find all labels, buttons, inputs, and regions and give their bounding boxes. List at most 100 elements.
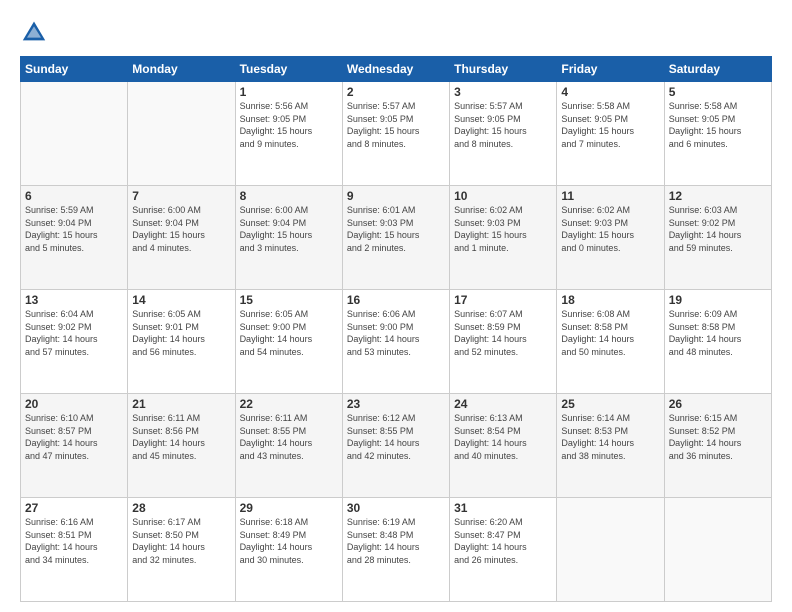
day-number: 14 (132, 293, 230, 307)
day-number: 7 (132, 189, 230, 203)
calendar-cell (557, 498, 664, 602)
day-number: 31 (454, 501, 552, 515)
week-row-4: 20Sunrise: 6:10 AMSunset: 8:57 PMDayligh… (21, 394, 772, 498)
day-number: 24 (454, 397, 552, 411)
weekday-header-saturday: Saturday (664, 57, 771, 82)
day-number: 11 (561, 189, 659, 203)
calendar-cell (664, 498, 771, 602)
weekday-header-tuesday: Tuesday (235, 57, 342, 82)
day-number: 2 (347, 85, 445, 99)
calendar-cell: 15Sunrise: 6:05 AMSunset: 9:00 PMDayligh… (235, 290, 342, 394)
day-number: 1 (240, 85, 338, 99)
calendar-cell: 16Sunrise: 6:06 AMSunset: 9:00 PMDayligh… (342, 290, 449, 394)
calendar-cell: 10Sunrise: 6:02 AMSunset: 9:03 PMDayligh… (450, 186, 557, 290)
day-number: 9 (347, 189, 445, 203)
day-info: Sunrise: 6:12 AMSunset: 8:55 PMDaylight:… (347, 412, 445, 462)
weekday-header-wednesday: Wednesday (342, 57, 449, 82)
day-number: 16 (347, 293, 445, 307)
day-info: Sunrise: 6:01 AMSunset: 9:03 PMDaylight:… (347, 204, 445, 254)
calendar-cell: 30Sunrise: 6:19 AMSunset: 8:48 PMDayligh… (342, 498, 449, 602)
calendar-cell: 21Sunrise: 6:11 AMSunset: 8:56 PMDayligh… (128, 394, 235, 498)
day-info: Sunrise: 5:56 AMSunset: 9:05 PMDaylight:… (240, 100, 338, 150)
day-number: 4 (561, 85, 659, 99)
day-number: 18 (561, 293, 659, 307)
week-row-3: 13Sunrise: 6:04 AMSunset: 9:02 PMDayligh… (21, 290, 772, 394)
day-number: 26 (669, 397, 767, 411)
calendar-cell: 12Sunrise: 6:03 AMSunset: 9:02 PMDayligh… (664, 186, 771, 290)
calendar-cell (21, 82, 128, 186)
logo-icon (20, 18, 48, 46)
day-info: Sunrise: 6:05 AMSunset: 9:00 PMDaylight:… (240, 308, 338, 358)
calendar-cell: 27Sunrise: 6:16 AMSunset: 8:51 PMDayligh… (21, 498, 128, 602)
calendar-cell: 11Sunrise: 6:02 AMSunset: 9:03 PMDayligh… (557, 186, 664, 290)
calendar-cell: 19Sunrise: 6:09 AMSunset: 8:58 PMDayligh… (664, 290, 771, 394)
day-info: Sunrise: 6:19 AMSunset: 8:48 PMDaylight:… (347, 516, 445, 566)
day-info: Sunrise: 5:59 AMSunset: 9:04 PMDaylight:… (25, 204, 123, 254)
day-info: Sunrise: 6:14 AMSunset: 8:53 PMDaylight:… (561, 412, 659, 462)
calendar-cell: 1Sunrise: 5:56 AMSunset: 9:05 PMDaylight… (235, 82, 342, 186)
day-info: Sunrise: 5:58 AMSunset: 9:05 PMDaylight:… (669, 100, 767, 150)
day-info: Sunrise: 6:11 AMSunset: 8:55 PMDaylight:… (240, 412, 338, 462)
day-number: 19 (669, 293, 767, 307)
calendar-cell: 28Sunrise: 6:17 AMSunset: 8:50 PMDayligh… (128, 498, 235, 602)
weekday-header-sunday: Sunday (21, 57, 128, 82)
calendar-cell: 2Sunrise: 5:57 AMSunset: 9:05 PMDaylight… (342, 82, 449, 186)
weekday-header-thursday: Thursday (450, 57, 557, 82)
calendar-cell: 14Sunrise: 6:05 AMSunset: 9:01 PMDayligh… (128, 290, 235, 394)
day-info: Sunrise: 6:06 AMSunset: 9:00 PMDaylight:… (347, 308, 445, 358)
calendar-cell: 22Sunrise: 6:11 AMSunset: 8:55 PMDayligh… (235, 394, 342, 498)
calendar-cell: 7Sunrise: 6:00 AMSunset: 9:04 PMDaylight… (128, 186, 235, 290)
day-number: 28 (132, 501, 230, 515)
day-number: 8 (240, 189, 338, 203)
calendar-cell: 4Sunrise: 5:58 AMSunset: 9:05 PMDaylight… (557, 82, 664, 186)
calendar-table: SundayMondayTuesdayWednesdayThursdayFrid… (20, 56, 772, 602)
day-number: 6 (25, 189, 123, 203)
day-info: Sunrise: 6:00 AMSunset: 9:04 PMDaylight:… (132, 204, 230, 254)
calendar-cell: 13Sunrise: 6:04 AMSunset: 9:02 PMDayligh… (21, 290, 128, 394)
calendar-cell: 31Sunrise: 6:20 AMSunset: 8:47 PMDayligh… (450, 498, 557, 602)
day-number: 22 (240, 397, 338, 411)
day-info: Sunrise: 6:02 AMSunset: 9:03 PMDaylight:… (454, 204, 552, 254)
day-number: 25 (561, 397, 659, 411)
day-info: Sunrise: 6:00 AMSunset: 9:04 PMDaylight:… (240, 204, 338, 254)
day-info: Sunrise: 6:20 AMSunset: 8:47 PMDaylight:… (454, 516, 552, 566)
day-number: 3 (454, 85, 552, 99)
day-number: 15 (240, 293, 338, 307)
day-info: Sunrise: 6:02 AMSunset: 9:03 PMDaylight:… (561, 204, 659, 254)
day-number: 30 (347, 501, 445, 515)
day-info: Sunrise: 6:07 AMSunset: 8:59 PMDaylight:… (454, 308, 552, 358)
calendar-cell: 24Sunrise: 6:13 AMSunset: 8:54 PMDayligh… (450, 394, 557, 498)
week-row-5: 27Sunrise: 6:16 AMSunset: 8:51 PMDayligh… (21, 498, 772, 602)
calendar-cell: 18Sunrise: 6:08 AMSunset: 8:58 PMDayligh… (557, 290, 664, 394)
day-info: Sunrise: 6:03 AMSunset: 9:02 PMDaylight:… (669, 204, 767, 254)
day-number: 20 (25, 397, 123, 411)
calendar-cell: 9Sunrise: 6:01 AMSunset: 9:03 PMDaylight… (342, 186, 449, 290)
weekday-header-row: SundayMondayTuesdayWednesdayThursdayFrid… (21, 57, 772, 82)
calendar-cell: 6Sunrise: 5:59 AMSunset: 9:04 PMDaylight… (21, 186, 128, 290)
day-number: 17 (454, 293, 552, 307)
weekday-header-friday: Friday (557, 57, 664, 82)
calendar-cell: 3Sunrise: 5:57 AMSunset: 9:05 PMDaylight… (450, 82, 557, 186)
week-row-1: 1Sunrise: 5:56 AMSunset: 9:05 PMDaylight… (21, 82, 772, 186)
calendar-cell: 5Sunrise: 5:58 AMSunset: 9:05 PMDaylight… (664, 82, 771, 186)
day-info: Sunrise: 6:04 AMSunset: 9:02 PMDaylight:… (25, 308, 123, 358)
logo (20, 18, 52, 46)
day-info: Sunrise: 6:05 AMSunset: 9:01 PMDaylight:… (132, 308, 230, 358)
day-info: Sunrise: 6:09 AMSunset: 8:58 PMDaylight:… (669, 308, 767, 358)
page: SundayMondayTuesdayWednesdayThursdayFrid… (0, 0, 792, 612)
calendar-cell: 8Sunrise: 6:00 AMSunset: 9:04 PMDaylight… (235, 186, 342, 290)
calendar-cell: 23Sunrise: 6:12 AMSunset: 8:55 PMDayligh… (342, 394, 449, 498)
day-number: 21 (132, 397, 230, 411)
day-info: Sunrise: 6:15 AMSunset: 8:52 PMDaylight:… (669, 412, 767, 462)
calendar-cell: 29Sunrise: 6:18 AMSunset: 8:49 PMDayligh… (235, 498, 342, 602)
day-number: 10 (454, 189, 552, 203)
day-info: Sunrise: 5:58 AMSunset: 9:05 PMDaylight:… (561, 100, 659, 150)
day-info: Sunrise: 5:57 AMSunset: 9:05 PMDaylight:… (347, 100, 445, 150)
day-info: Sunrise: 6:17 AMSunset: 8:50 PMDaylight:… (132, 516, 230, 566)
day-number: 13 (25, 293, 123, 307)
calendar-cell: 20Sunrise: 6:10 AMSunset: 8:57 PMDayligh… (21, 394, 128, 498)
day-number: 5 (669, 85, 767, 99)
day-info: Sunrise: 6:16 AMSunset: 8:51 PMDaylight:… (25, 516, 123, 566)
header (20, 18, 772, 46)
day-info: Sunrise: 6:13 AMSunset: 8:54 PMDaylight:… (454, 412, 552, 462)
